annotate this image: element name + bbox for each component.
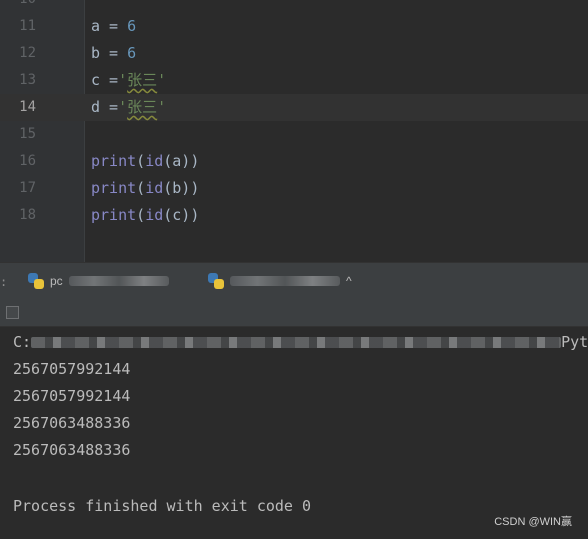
code-line[interactable]: 11 a = 6: [0, 13, 588, 40]
code-text: b = 6: [91, 44, 137, 62]
run-tab-2-label: ^: [346, 273, 352, 288]
code-text: print(id(a)): [91, 152, 200, 170]
code-text: c ='张三': [91, 71, 167, 89]
code-line[interactable]: 16 print(id(a)): [0, 148, 588, 175]
line-number: 12: [19, 45, 36, 61]
line-number: 16: [19, 153, 36, 169]
panel-dots-icon[interactable]: :: [0, 275, 7, 289]
watermark: CSDN @WIN赢: [494, 516, 572, 528]
line-number: 17: [19, 180, 36, 196]
output-line: 2567057992144: [13, 360, 131, 378]
redacted-path: [31, 337, 562, 348]
redacted-text: [230, 275, 340, 286]
run-toolbar: [0, 298, 588, 327]
command-line: C:Pyth: [13, 333, 588, 351]
code-editor[interactable]: 10 11 a = 6 12 b = 6 13 c ='张三' 14 d ='张…: [0, 0, 588, 262]
run-panel-header: : pc ^: [0, 262, 588, 298]
code-text: a = 6: [91, 17, 137, 35]
output-line: 2567057992144: [13, 387, 131, 405]
line-number: 13: [19, 72, 36, 88]
code-line[interactable]: 12 b = 6: [0, 40, 588, 67]
python-icon: [208, 272, 224, 289]
code-text: print(id(c)): [91, 206, 200, 224]
exit-message: Process finished with exit code 0: [13, 497, 312, 515]
code-line[interactable]: 10: [0, 0, 588, 13]
code-text: print(id(b)): [91, 179, 200, 197]
line-number: 15: [19, 126, 36, 142]
output-line: 2567063488336: [13, 441, 131, 459]
code-line-current[interactable]: 14 d ='张三': [0, 94, 588, 121]
line-number: 14: [19, 99, 36, 115]
redacted-text: [68, 275, 169, 286]
console-output[interactable]: C:Pyth 2567057992144 2567057992144 25670…: [0, 327, 588, 539]
code-line[interactable]: 15: [0, 121, 588, 148]
line-number: 10: [0, 0, 36, 13]
run-tab-1-label: pc: [50, 273, 63, 288]
code-line[interactable]: 13 c ='张三': [0, 67, 588, 94]
code-line[interactable]: 18 print(id(c)): [0, 202, 588, 229]
code-text: d ='张三': [91, 98, 167, 116]
line-number: 18: [19, 207, 36, 223]
line-number: 11: [19, 18, 36, 34]
stop-icon[interactable]: [6, 306, 19, 319]
run-tab-2[interactable]: ^: [208, 263, 352, 298]
run-tab-1[interactable]: pc: [28, 263, 169, 298]
output-line: 2567063488336: [13, 414, 131, 432]
python-icon: [28, 272, 44, 289]
code-line[interactable]: 17 print(id(b)): [0, 175, 588, 202]
